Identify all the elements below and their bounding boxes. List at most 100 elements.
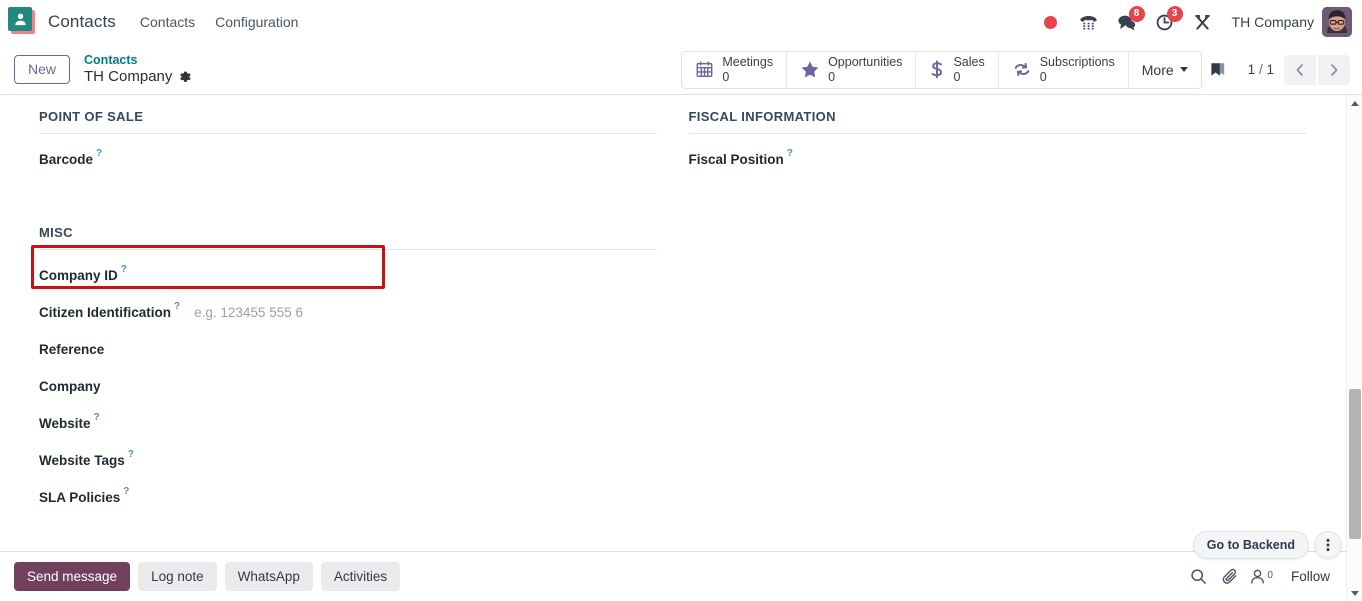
stat-value-opportunities: 0	[828, 69, 836, 84]
chevron-right-icon	[1331, 63, 1338, 76]
dialpad-glyph	[1080, 15, 1097, 30]
pager-current: 1	[1247, 62, 1256, 77]
stat-button-subscriptions[interactable]: Subscriptions 0	[998, 51, 1129, 88]
app-icon-square	[8, 7, 32, 31]
field-label-company: Company	[39, 379, 101, 394]
record-dot-icon[interactable]	[1036, 7, 1066, 37]
field-row-company-id[interactable]: Company ID ?	[39, 257, 657, 294]
search-icon[interactable]	[1183, 562, 1213, 592]
phone-dialpad-icon[interactable]	[1074, 7, 1104, 37]
form-sheet-inner: POINT OF SALE Barcode ? MISC Company ID …	[1, 96, 1346, 516]
triangle-up-glyph	[1351, 100, 1359, 106]
kebab-menu-icon[interactable]	[1314, 531, 1342, 559]
field-label-fiscal-position-text: Fiscal Position	[688, 152, 784, 167]
tooltip-icon[interactable]: ?	[94, 412, 100, 423]
activities-button[interactable]: Activities	[320, 562, 401, 591]
breadcrumb-current: TH Company	[84, 68, 192, 86]
group-title-point-of-sale: POINT OF SALE	[39, 96, 657, 134]
scroll-up-arrow-icon[interactable]	[1347, 95, 1362, 111]
field-row-company[interactable]: Company	[39, 368, 657, 405]
star-icon	[800, 60, 820, 79]
field-label-website: Website ?	[39, 412, 100, 431]
stat-text-subscriptions: Subscriptions 0	[1040, 55, 1115, 84]
new-button[interactable]: New	[14, 55, 71, 84]
vertical-scrollbar[interactable]	[1346, 95, 1362, 601]
field-row-barcode[interactable]: Barcode ?	[39, 141, 657, 178]
field-row-website[interactable]: Website ?	[39, 405, 657, 442]
contacts-app-icon[interactable]	[8, 7, 38, 37]
field-row-sla-policies[interactable]: SLA Policies ?	[39, 479, 657, 516]
pager-previous-button[interactable]	[1284, 54, 1316, 85]
stat-label-subscriptions: Subscriptions	[1039, 55, 1115, 70]
menu-configuration[interactable]: Configuration	[205, 10, 308, 34]
tooltip-icon[interactable]: ?	[123, 486, 129, 497]
send-message-button[interactable]: Send message	[14, 562, 131, 591]
refresh-icon	[1012, 60, 1032, 79]
breadcrumb-parent-contacts[interactable]: Contacts	[84, 53, 192, 68]
pager-separator: /	[1258, 62, 1263, 77]
systray: 8 3 TH Company	[1032, 6, 1352, 37]
dollar-glyph	[932, 60, 943, 79]
record-dot-shape	[1044, 15, 1058, 29]
field-label-website-tags: Website Tags ?	[39, 449, 134, 468]
field-placeholder-citizen-identification[interactable]: e.g. 123455 555 6	[194, 305, 303, 320]
chevron-down-icon	[1179, 67, 1188, 72]
pager-area: 1 / 1	[1202, 54, 1350, 86]
clock-icon[interactable]: 3	[1150, 6, 1183, 37]
stat-label-sales: Sales	[953, 55, 985, 70]
tooltip-icon[interactable]: ?	[96, 148, 102, 159]
chat-bubble-icon[interactable]: 8	[1112, 6, 1145, 37]
messages-badge: 8	[1128, 6, 1145, 22]
stat-label-meetings: Meetings	[722, 55, 774, 70]
tools-glyph	[1195, 14, 1210, 30]
pager-count[interactable]: 1 / 1	[1248, 62, 1274, 77]
follow-button[interactable]: Follow	[1291, 569, 1330, 584]
tooltip-icon[interactable]: ?	[128, 449, 134, 460]
followers-button[interactable]: 0	[1249, 568, 1273, 585]
group-title-misc: MISC	[39, 212, 657, 250]
odoo-contacts-form-page: Contacts Contacts Configuration 8 3 TH C…	[0, 0, 1362, 601]
whatsapp-button[interactable]: WhatsApp	[224, 562, 313, 591]
chatter-toolbar: Send message Log note WhatsApp Activitie…	[0, 551, 1346, 601]
field-row-fiscal-position[interactable]: Fiscal Position ?	[689, 141, 1307, 178]
field-label-company-id-text: Company ID	[39, 268, 118, 283]
search-glyph	[1191, 569, 1206, 584]
gear-icon[interactable]	[178, 70, 192, 84]
field-row-website-tags[interactable]: Website Tags ?	[39, 442, 657, 479]
go-to-backend-button[interactable]: Go to Backend	[1192, 531, 1309, 559]
scrollbar-thumb[interactable]	[1349, 389, 1361, 539]
app-brand-title: Contacts	[48, 12, 116, 31]
stat-value-subscriptions: 0	[1039, 69, 1047, 84]
stat-button-opportunities[interactable]: Opportunities 0	[787, 51, 917, 88]
person-glyph-icon	[14, 13, 26, 25]
stat-button-meetings[interactable]: Meetings 0	[682, 51, 788, 88]
bookmark-ribbon-icon[interactable]	[1202, 54, 1234, 86]
wrench-screwdriver-icon[interactable]	[1188, 7, 1218, 37]
paperclip-icon[interactable]	[1215, 562, 1245, 592]
breadcrumb: Contacts TH Company	[84, 53, 192, 85]
form-column-right: FISCAL INFORMATION Fiscal Position ?	[688, 96, 1307, 516]
menu-contacts[interactable]: Contacts	[130, 10, 205, 34]
activities-badge: 3	[1166, 6, 1183, 22]
more-stat-buttons-dropdown[interactable]: More	[1128, 51, 1201, 88]
scrollbar-track[interactable]	[1347, 111, 1362, 585]
log-note-button[interactable]: Log note	[138, 562, 217, 591]
tooltip-icon[interactable]: ?	[174, 301, 180, 312]
tooltip-icon[interactable]: ?	[121, 264, 127, 275]
form-sheet: POINT OF SALE Barcode ? MISC Company ID …	[0, 96, 1346, 551]
chevron-left-icon	[1296, 63, 1303, 76]
field-row-citizen-identification[interactable]: Citizen Identification ? e.g. 123455 555…	[39, 294, 657, 331]
scroll-down-arrow-icon[interactable]	[1347, 585, 1362, 601]
field-label-reference-text: Reference	[39, 342, 105, 357]
avatar-illustration	[1322, 7, 1352, 37]
tooltip-icon[interactable]: ?	[787, 148, 793, 159]
dollar-icon	[929, 60, 945, 79]
followers-count: 0	[1267, 570, 1273, 581]
stat-button-sales[interactable]: Sales 0	[916, 51, 999, 88]
avatar[interactable]	[1322, 7, 1352, 37]
control-panel: New Contacts TH Company Meetings 0 Oppor…	[0, 45, 1362, 95]
field-row-reference[interactable]: Reference	[39, 331, 657, 368]
triangle-down-glyph	[1351, 590, 1359, 596]
current-user-name[interactable]: TH Company	[1232, 14, 1314, 30]
pager-next-button[interactable]	[1318, 54, 1350, 85]
